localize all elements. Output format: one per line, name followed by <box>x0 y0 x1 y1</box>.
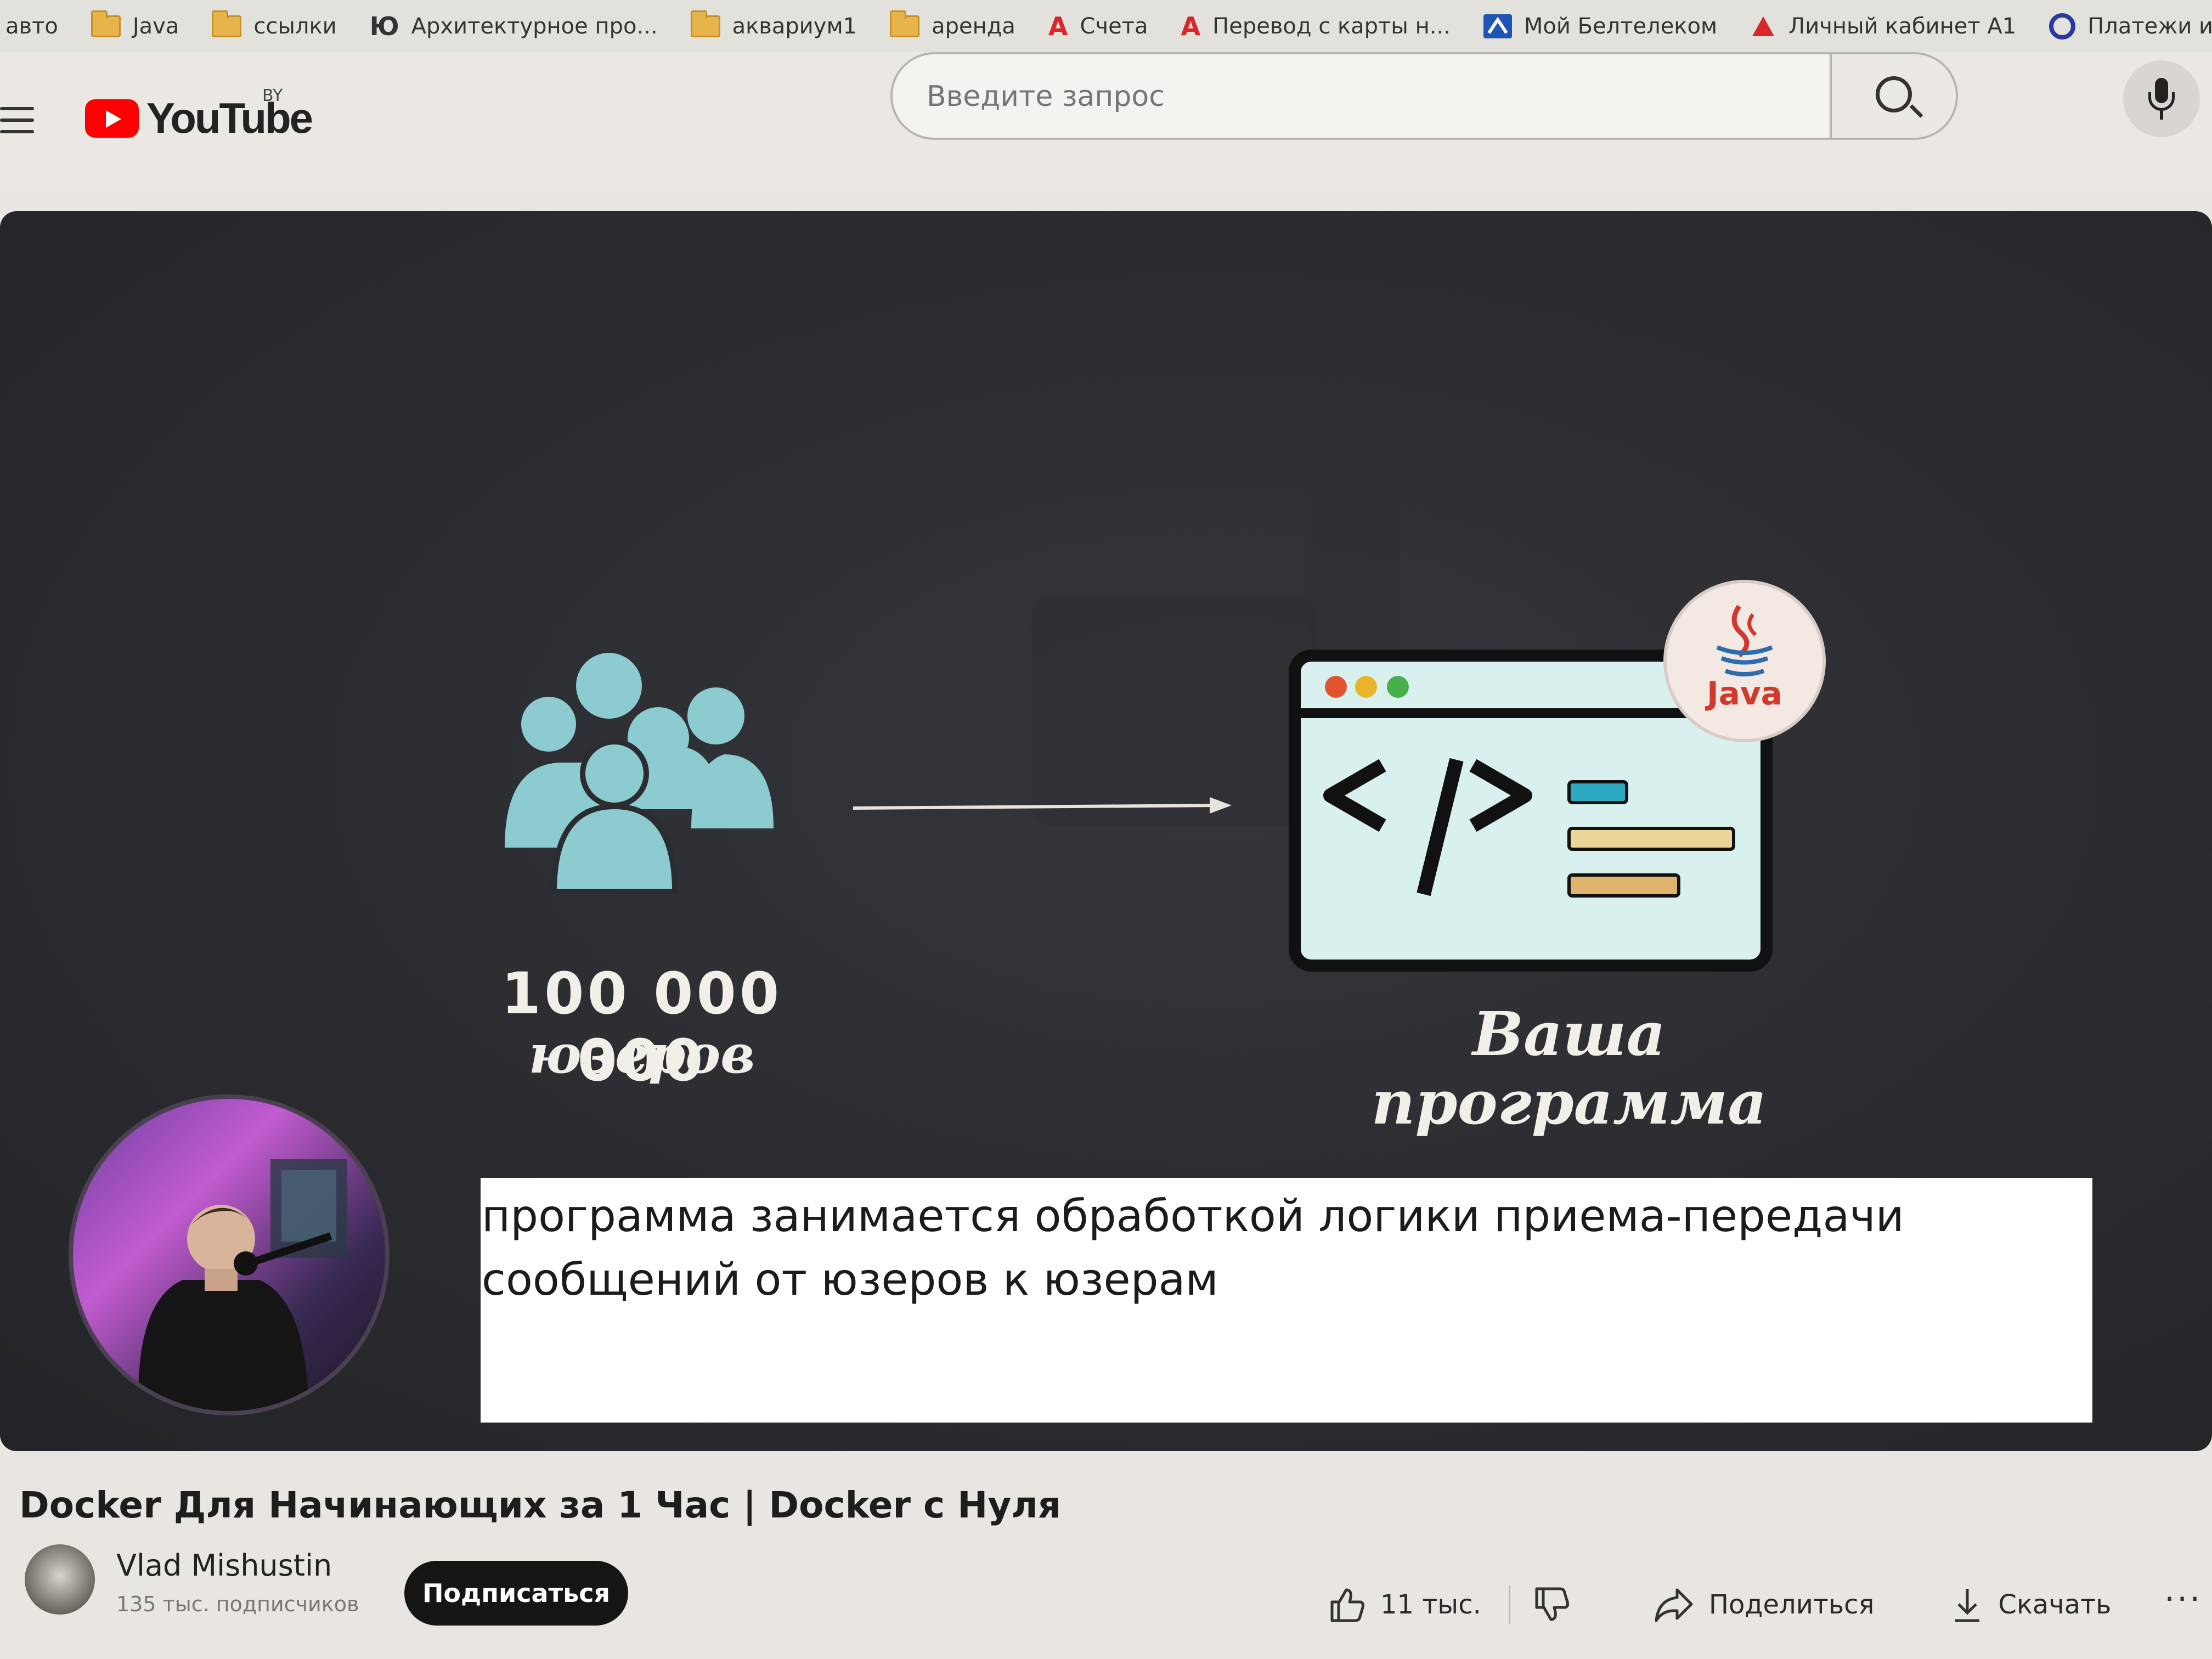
subscribe-button[interactable]: Подписаться <box>404 1561 628 1626</box>
bookmark-avto[interactable]: авто <box>5 14 58 39</box>
ju-icon: Ю <box>369 11 399 41</box>
bookmark-label: Платежи и пере... <box>2087 13 2212 39</box>
download-label: Скачать <box>1998 1589 2112 1620</box>
video-actions: 11 тыс. Поделиться Скачать <box>1328 1577 2111 1632</box>
bookmark-label: Счета <box>1080 13 1148 39</box>
folder-icon <box>212 10 242 37</box>
more-actions-button[interactable]: ··· <box>2164 1580 2202 1618</box>
like-count: 11 тыс. <box>1380 1589 1481 1620</box>
bookmark-label: ссылки <box>253 13 337 39</box>
bookmark-label: авто <box>5 13 58 39</box>
folder-icon <box>890 10 920 37</box>
like-button[interactable]: 11 тыс. <box>1328 1585 1481 1624</box>
bookmark-aquarium[interactable]: аквариум1 <box>690 10 857 39</box>
java-label: Java <box>1707 675 1782 712</box>
like-dislike-divider <box>1508 1585 1510 1624</box>
presenter-image <box>138 1159 347 1411</box>
subtitle-text: программа занимается обработкой логики п… <box>482 1190 1904 1305</box>
bookmark-label: Архитектурное про... <box>411 13 658 39</box>
bookmark-label: Мой Белтелеком <box>1523 13 1718 39</box>
youtube-logo-text: YouTube <box>146 94 313 142</box>
bookmark-architecture[interactable]: Ю Архитектурное про... <box>370 12 658 41</box>
voice-search-button[interactable] <box>2123 60 2200 137</box>
users-group-icon <box>505 653 774 894</box>
download-button[interactable]: Скачать <box>1951 1585 2111 1624</box>
bookmark-java[interactable]: Java <box>91 10 179 39</box>
dislike-button[interactable] <box>1532 1585 1571 1624</box>
youtube-play-icon <box>85 99 139 138</box>
bookmark-label: Личный кабинет А1 <box>1788 13 2017 39</box>
thumbs-up-icon <box>1330 1588 1364 1622</box>
subtitle-box: программа занимается обработкой логики п… <box>481 1178 2092 1423</box>
alfa-bank-icon: А <box>1048 11 1068 41</box>
search-button[interactable] <box>1830 54 1956 138</box>
bookmark-links[interactable]: ссылки <box>212 10 337 39</box>
share-icon <box>1655 1588 1693 1622</box>
bookmark-a1[interactable]: Личный кабинет А1 <box>1750 14 2016 39</box>
beltelecom-icon <box>1483 14 1512 38</box>
bookmarks-bar: авто Java ссылки Ю Архитектурное про... … <box>0 0 2212 52</box>
search-box <box>890 52 1958 140</box>
channel-name[interactable]: Vlad Mishustin <box>116 1548 332 1583</box>
bookmark-bills[interactable]: А Счета <box>1048 12 1148 41</box>
presenter-video-thumbnail <box>69 1094 390 1415</box>
folder-icon <box>690 10 720 37</box>
share-button[interactable]: Поделиться <box>1653 1585 1875 1624</box>
bookmark-label: Перевод с карты н... <box>1212 13 1451 39</box>
java-logo-icon <box>1663 580 1826 742</box>
search-icon <box>1876 76 1912 112</box>
channel-avatar[interactable] <box>25 1544 95 1615</box>
program-label-line1: Ваша <box>1472 998 1666 1069</box>
bookmark-label: аренда <box>932 13 1015 39</box>
thumbs-down-icon <box>1535 1587 1569 1621</box>
video-title: Docker Для Начинающих за 1 Час | Docker … <box>19 1484 1062 1526</box>
search-input[interactable] <box>926 54 1723 139</box>
users-label-text: юзеров <box>528 1023 755 1085</box>
program-label-line2: программа <box>1371 1067 1767 1138</box>
bookmark-payments[interactable]: Платежи и пере... <box>2049 13 2212 40</box>
share-label: Поделиться <box>1708 1589 1875 1620</box>
menu-icon[interactable] <box>0 107 34 134</box>
folder-icon <box>91 10 121 37</box>
bookmark-label: Java <box>132 13 179 39</box>
bookmark-label: аквариум1 <box>732 13 857 39</box>
a1-icon <box>1752 16 1775 36</box>
region-code: BY <box>262 86 283 105</box>
subscriber-count: 135 тыс. подписчиков <box>116 1592 359 1616</box>
bookmark-card-transfer[interactable]: А Перевод с карты н... <box>1181 12 1451 41</box>
download-icon <box>1955 1589 1980 1622</box>
bookmark-beltelecom[interactable]: Мой Белтелеком <box>1483 14 1717 39</box>
payments-icon <box>2049 13 2076 40</box>
bookmark-rent[interactable]: аренда <box>890 10 1015 39</box>
alfa-bank-icon: А <box>1181 11 1201 41</box>
